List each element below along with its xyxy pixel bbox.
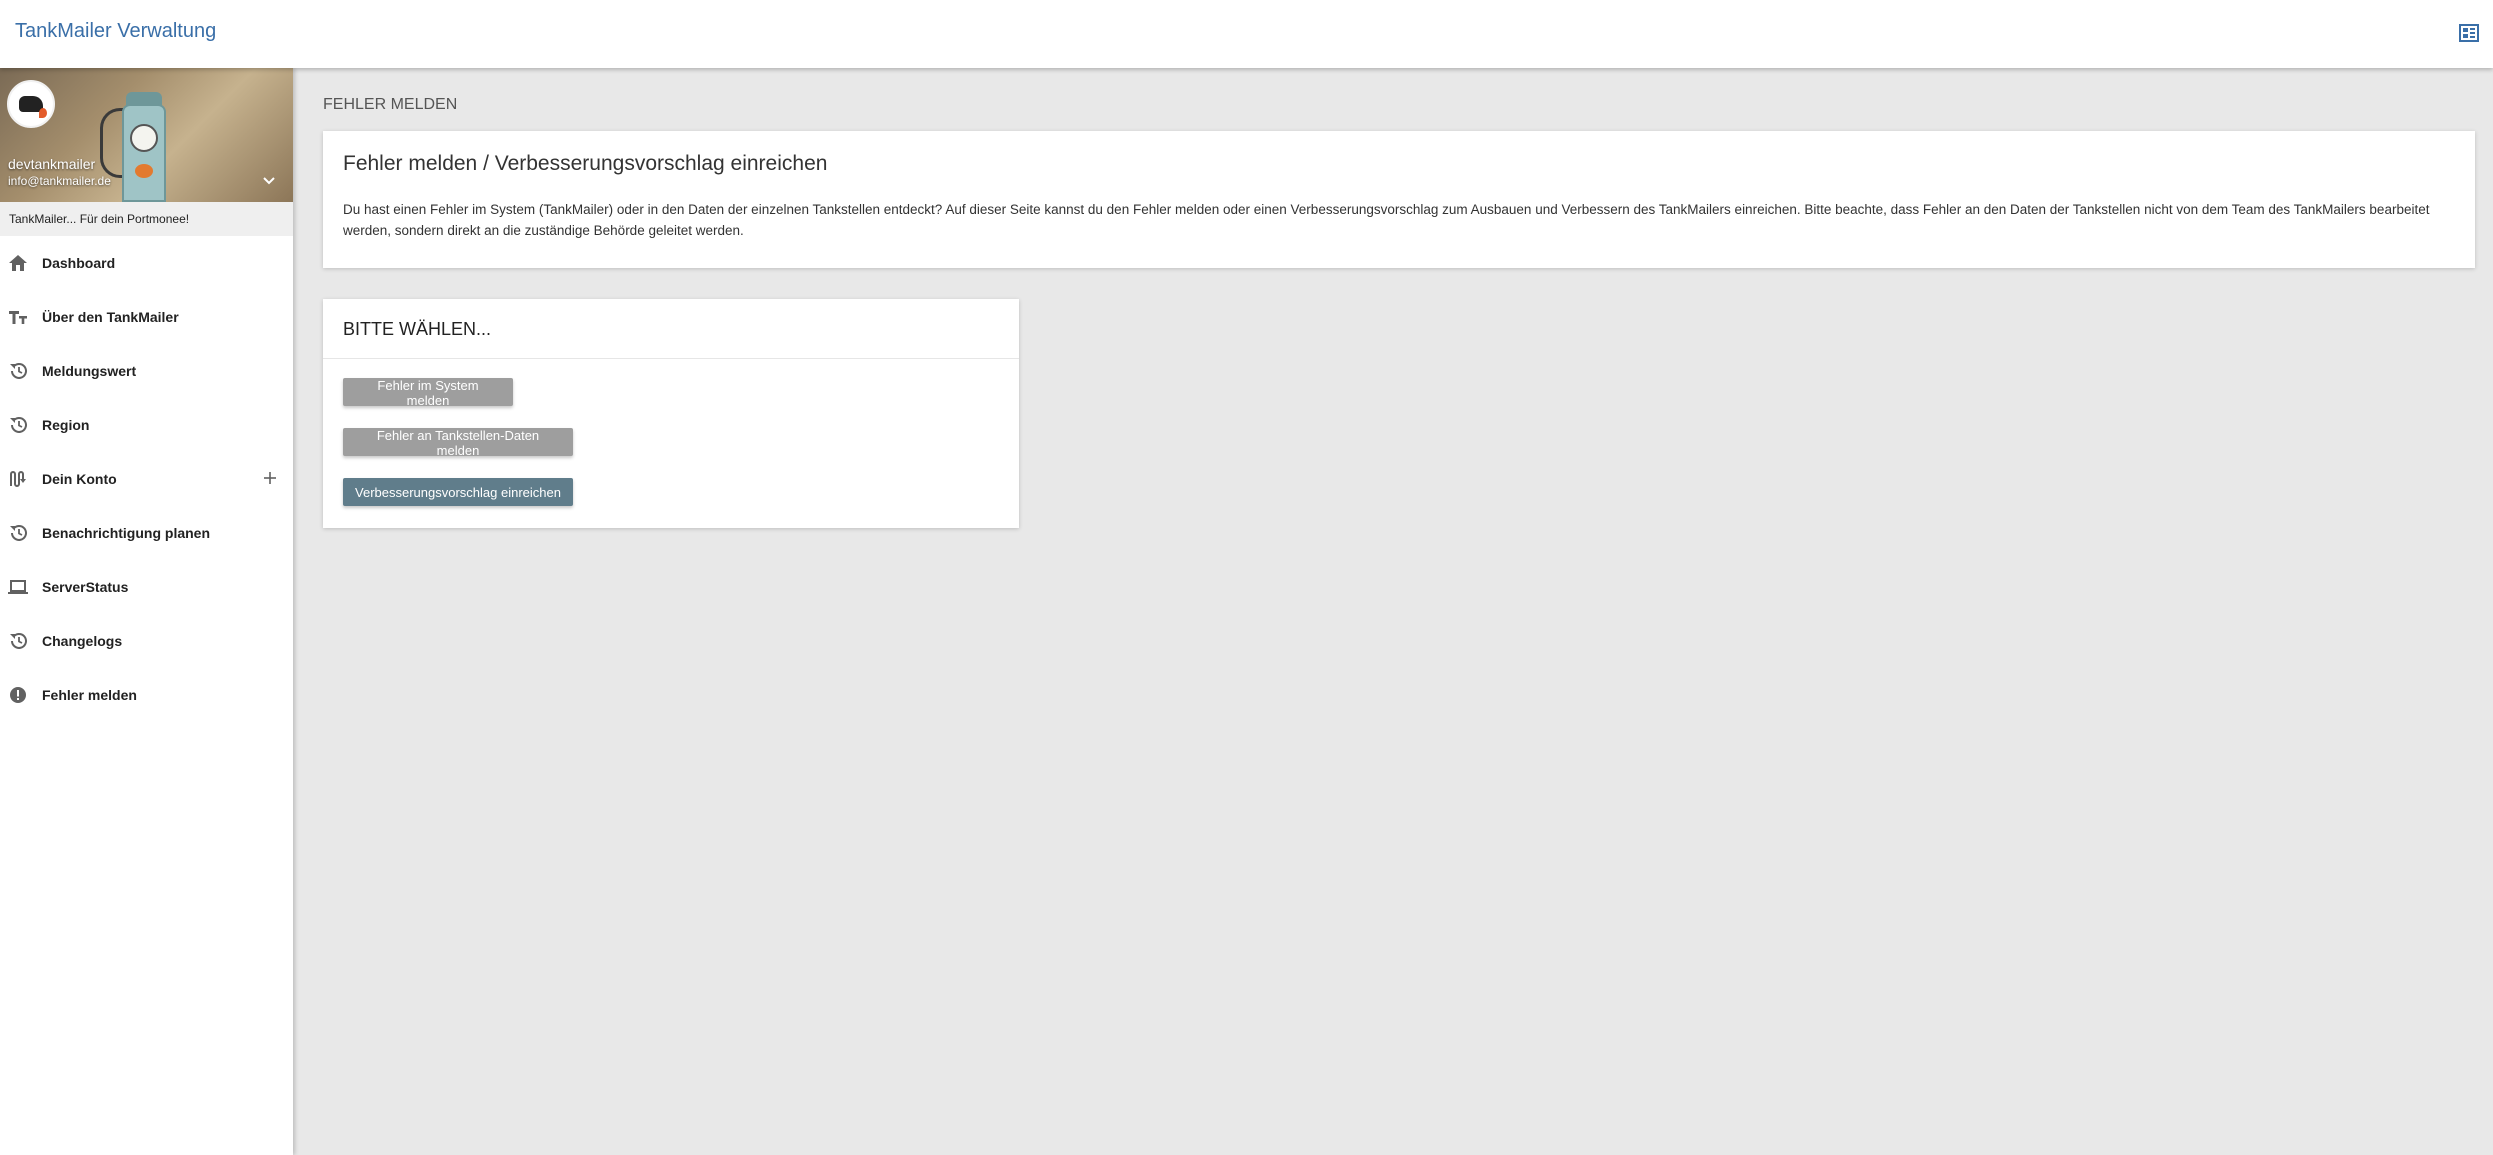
- avatar: [7, 80, 55, 128]
- history-icon: [10, 524, 27, 541]
- sidebar-item-label: Dein Konto: [42, 471, 117, 487]
- sidebar-item-label: ServerStatus: [42, 579, 129, 595]
- sidebar-item-label: Dashboard: [42, 255, 116, 271]
- sidebar-item-label: Benachrichtigung planen: [42, 525, 211, 541]
- top-app-bar: TankMailer Verwaltung: [0, 0, 2493, 68]
- sidebar-item-label: Über den TankMailer: [42, 309, 179, 325]
- fuel-pump-gauge-illustration: [130, 124, 158, 152]
- sidebar: devtankmailer info@tankmailer.de TankMai…: [0, 68, 293, 1155]
- sidebar-item-label: Fehler melden: [42, 687, 137, 703]
- profile-header: devtankmailer info@tankmailer.de: [0, 68, 293, 202]
- sidebar-item-benachrichtigung[interactable]: Benachrichtigung planen: [0, 506, 293, 560]
- submit-suggestion-button[interactable]: Verbesserungsvorschlag einreichen: [343, 478, 573, 506]
- chevron-down-icon[interactable]: [262, 176, 276, 186]
- sidebar-item-label: Region: [42, 417, 90, 433]
- sidebar-item-label: Meldungswert: [42, 363, 137, 379]
- fuel-pump-logo-illustration: [135, 164, 153, 178]
- breadcrumb: FEHLER MELDEN: [323, 96, 458, 113]
- sidebar-item-label: Changelogs: [42, 633, 123, 649]
- divider: [323, 358, 1019, 359]
- sidebar-item-meldungswert[interactable]: Meldungswert: [0, 344, 293, 398]
- report-system-error-button[interactable]: Fehler im System melden: [343, 378, 513, 408]
- report-station-data-error-button[interactable]: Fehler an Tankstellen-Daten melden: [343, 428, 573, 458]
- history-icon: [10, 416, 27, 433]
- choice-card: BITTE WÄHLEN... Fehler im System melden …: [323, 299, 1019, 528]
- sidebar-item-ueber[interactable]: Über den TankMailer: [0, 290, 293, 344]
- choice-card-title: BITTE WÄHLEN...: [343, 319, 492, 339]
- fuel-drop-icon: [39, 108, 47, 118]
- app-title[interactable]: TankMailer Verwaltung: [15, 20, 216, 43]
- sidebar-item-changelogs[interactable]: Changelogs: [0, 614, 293, 668]
- plus-icon[interactable]: [262, 470, 278, 486]
- sidebar-item-serverstatus[interactable]: ServerStatus: [0, 560, 293, 614]
- info-card: Fehler melden / Verbesserungsvorschlag e…: [323, 131, 2475, 268]
- text-format-icon: [9, 311, 27, 324]
- sidebar-item-dashboard[interactable]: Dashboard: [0, 236, 293, 290]
- dashboard-layout-icon[interactable]: [2459, 24, 2479, 42]
- profile-email: info@tankmailer.de: [8, 174, 111, 188]
- info-card-title: Fehler melden / Verbesserungsvorschlag e…: [343, 152, 828, 175]
- history-icon: [10, 632, 27, 649]
- route-icon: [10, 471, 26, 487]
- profile-name: devtankmailer: [8, 156, 96, 172]
- info-card-text: Du hast einen Fehler im System (TankMail…: [343, 202, 2430, 238]
- sidebar-item-dein-konto[interactable]: Dein Konto: [0, 452, 293, 506]
- alert-icon: [10, 687, 26, 703]
- sidebar-item-region[interactable]: Region: [0, 398, 293, 452]
- sidebar-item-fehler-melden[interactable]: Fehler melden: [0, 668, 293, 722]
- tagline: TankMailer... Für dein Portmonee!: [0, 202, 293, 236]
- laptop-icon: [8, 580, 28, 594]
- fuel-pump-illustration: [122, 104, 166, 202]
- home-icon: [9, 255, 27, 271]
- history-icon: [10, 362, 27, 379]
